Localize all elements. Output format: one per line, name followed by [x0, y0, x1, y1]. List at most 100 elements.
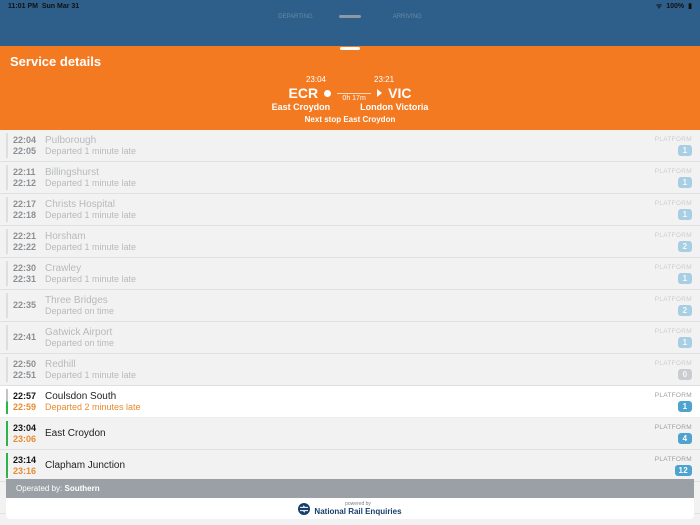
departure-status: Departed 1 minute late	[45, 178, 655, 188]
origin-dot-icon	[324, 90, 331, 97]
platform-label: PLATFORM	[655, 136, 692, 143]
platform-block: PLATFORM 2	[655, 232, 692, 252]
arr-name: London Victoria	[360, 102, 428, 112]
departure-status: Departed 1 minute late	[45, 210, 655, 220]
timeline-bar-icon	[6, 421, 8, 446]
station-name: Gatwick Airport	[45, 327, 655, 338]
platform-label: PLATFORM	[655, 200, 692, 207]
station-name: Redhill	[45, 359, 655, 370]
stop-times: 22:41	[13, 332, 41, 343]
platform-label: PLATFORM	[655, 232, 692, 239]
footer: Operated by: Southern powered by Nationa…	[6, 479, 694, 519]
stop-row[interactable]: 22:2122:22HorshamDeparted 1 minute lateP…	[0, 226, 700, 258]
stop-row[interactable]: 23:1423:16 Clapham JunctionPLATFORM 12	[0, 450, 700, 482]
stop-row[interactable]: 22:5722:59Coulsdon SouthDeparted 2 minut…	[0, 386, 700, 418]
platform-block: PLATFORM1	[655, 264, 692, 284]
platform-label: PLATFORM	[655, 392, 692, 399]
stop-info: PulboroughDeparted 1 minute late	[41, 135, 655, 156]
timeline-bar-icon	[6, 389, 8, 414]
scheduled-time: 22:30	[13, 263, 41, 274]
stop-info: Gatwick AirportDeparted on time	[41, 327, 655, 348]
stop-row[interactable]: 22:35 Three BridgesDeparted on timePLATFO…	[0, 290, 700, 322]
arriving-label: ARRIVING	[393, 14, 422, 46]
timeline-bar-icon	[6, 229, 8, 254]
duration: 0h 17m	[337, 95, 371, 102]
wifi-icon: ᯤ	[656, 2, 662, 11]
station-name: Billingshurst	[45, 167, 655, 178]
stop-row[interactable]: 22:41Gatwick AirportDeparted on timePLAT…	[0, 322, 700, 354]
service-details-header: Service details 23:04 23:21 ECR 0h 17m V…	[0, 46, 700, 130]
stop-info: RedhillDeparted 1 minute late	[41, 359, 655, 380]
estimated-time: 23:16	[13, 466, 41, 477]
dep-name: East Croydon	[272, 102, 331, 112]
scheduled-time: 22:35	[13, 300, 41, 311]
stop-info: Coulsdon SouthDeparted 2 minutes late	[41, 391, 655, 412]
departure-status: Departed 1 minute late	[45, 146, 655, 156]
timeline-bar-icon	[6, 261, 8, 286]
platform-number: 2	[678, 241, 692, 252]
stop-info: East Croydon	[41, 428, 655, 439]
nre-logo-icon	[298, 503, 310, 515]
sheet-grabber-icon[interactable]	[340, 47, 360, 50]
departure-status: Departed 1 minute late	[45, 274, 655, 284]
estimated-time: 22:12	[13, 178, 41, 189]
platform-block: PLATFORM1	[655, 136, 692, 156]
station-name: Clapham Junction	[45, 460, 655, 471]
next-stop-label: Next stop East Croydon	[10, 115, 690, 124]
platform-block: PLATFORM 1	[655, 392, 692, 412]
platform-number: 1	[678, 273, 692, 284]
timeline-bar-icon	[6, 133, 8, 158]
platform-label: PLATFORM	[655, 456, 692, 463]
platform-label: PLATFORM	[655, 328, 692, 335]
status-date: Sun Mar 31	[42, 3, 79, 10]
departure-status: Departed on time	[45, 306, 655, 316]
scheduled-time: 22:57	[13, 391, 41, 402]
stop-times: 22:0422:05	[13, 135, 41, 157]
estimated-time: 22:18	[13, 210, 41, 221]
status-time: 11:01 PM	[8, 3, 38, 10]
stop-times: 23:1423:16	[13, 455, 41, 477]
stop-row[interactable]: 22:1722:18Christs HospitalDeparted 1 min…	[0, 194, 700, 226]
scheduled-time: 22:04	[13, 135, 41, 146]
stop-row[interactable]: 22:3022:31CrawleyDeparted 1 minute lateP…	[0, 258, 700, 290]
platform-block: PLATFORM1	[655, 200, 692, 220]
estimated-time: 22:51	[13, 370, 41, 381]
platform-number: 1	[678, 401, 692, 412]
scheduled-time: 22:41	[13, 332, 41, 343]
page-title: Service details	[10, 54, 690, 69]
platform-block: PLATFORM0	[655, 360, 692, 380]
platform-label: PLATFORM	[655, 360, 692, 367]
operator-name: Southern	[64, 484, 99, 493]
stop-info: CrawleyDeparted 1 minute late	[41, 263, 655, 284]
stop-times: 22:3022:31	[13, 263, 41, 285]
platform-number: 12	[675, 465, 693, 476]
platform-block: PLATFORM 12	[655, 456, 692, 476]
departing-label: DEPARTING	[278, 14, 312, 46]
operated-by-label: Operated by:	[16, 484, 62, 493]
estimated-time: 22:22	[13, 242, 41, 253]
timeline-bar-icon	[6, 197, 8, 222]
platform-block: PLATFORM2	[655, 296, 692, 316]
station-name: Pulborough	[45, 135, 655, 146]
platform-number: 2	[678, 305, 692, 316]
stop-row[interactable]: 22:0422:05PulboroughDeparted 1 minute la…	[0, 130, 700, 162]
national-rail-badge: powered by National Rail Enquiries	[6, 498, 694, 519]
stop-info: BillingshurstDeparted 1 minute late	[41, 167, 655, 188]
stop-times: 23:0423:06	[13, 423, 41, 445]
station-name: Coulsdon South	[45, 391, 655, 402]
departure-status: Departed 1 minute late	[45, 242, 655, 252]
scheduled-time: 22:17	[13, 199, 41, 210]
stop-info: HorshamDeparted 1 minute late	[41, 231, 655, 252]
status-bar: 11:01 PM Sun Mar 31 ᯤ 100% ▮	[0, 0, 700, 12]
platform-label: PLATFORM	[655, 168, 692, 175]
stop-row[interactable]: 22:5022:51RedhillDeparted 1 minute lateP…	[0, 354, 700, 386]
stops-list[interactable]: 22:0422:05PulboroughDeparted 1 minute la…	[0, 130, 700, 514]
nre-label: National Rail Enquiries	[314, 507, 401, 516]
timeline-bar-icon	[6, 453, 8, 478]
arr-code: VIC	[388, 85, 411, 101]
stop-times: 22:1122:12	[13, 167, 41, 189]
stop-row[interactable]: 23:0423:06East CroydonPLATFORM4	[0, 418, 700, 450]
estimated-time: 22:05	[13, 146, 41, 157]
station-name: Three Bridges	[45, 295, 655, 306]
stop-row[interactable]: 22:1122:12BillingshurstDeparted 1 minute…	[0, 162, 700, 194]
